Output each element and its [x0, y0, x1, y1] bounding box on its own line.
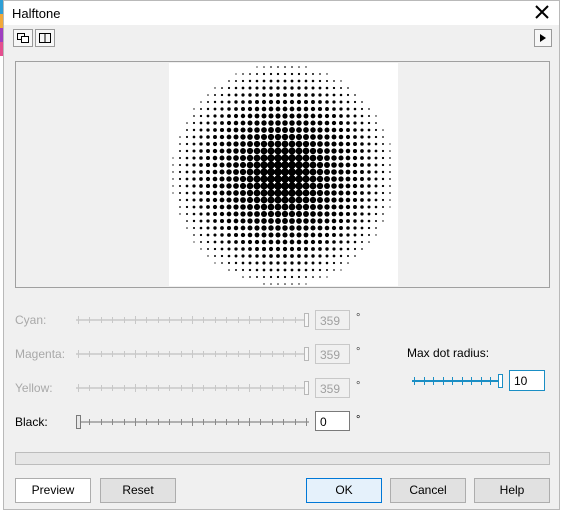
cyan-degree-unit: ° — [356, 312, 361, 324]
slider-thumb[interactable] — [76, 415, 81, 429]
yellow-angle-field: 359 — [315, 378, 350, 398]
split-view-icon — [39, 33, 51, 43]
halftone-dialog: Halftone Cyan: 359 ° Magenta: 359 ° Yell… — [3, 0, 560, 510]
yellow-label: Yellow: — [15, 381, 53, 395]
magenta-angle-field: 359 — [315, 344, 350, 364]
preview-button[interactable]: Preview — [15, 478, 91, 503]
black-slider[interactable] — [76, 415, 309, 429]
halftone-dots — [172, 66, 391, 285]
black-angle-field[interactable]: 0 — [315, 411, 350, 431]
progress-bar — [15, 452, 550, 465]
expand-arrow-icon — [540, 34, 546, 42]
ok-button[interactable]: OK — [306, 478, 382, 503]
duplicate-view-button[interactable] — [13, 29, 33, 47]
cancel-button[interactable]: Cancel — [390, 478, 466, 503]
close-button[interactable] — [531, 3, 553, 23]
slider-thumb — [304, 381, 309, 395]
help-button[interactable]: Help — [474, 478, 550, 503]
magenta-label: Magenta: — [15, 347, 66, 361]
expand-panel-button[interactable] — [534, 29, 552, 47]
max-dot-radius-label: Max dot radius: — [407, 346, 490, 360]
black-label: Black: — [15, 415, 48, 429]
cyan-slider — [76, 313, 309, 327]
slider-thumb[interactable] — [498, 374, 503, 388]
close-icon — [535, 5, 549, 19]
yellow-slider — [76, 381, 309, 395]
cyan-label: Cyan: — [15, 313, 47, 327]
duplicate-view-icon — [17, 33, 29, 43]
reset-button[interactable]: Reset — [100, 478, 176, 503]
yellow-degree-unit: ° — [356, 380, 361, 392]
dialog-title: Halftone — [12, 6, 61, 21]
split-view-button[interactable] — [35, 29, 55, 47]
slider-thumb — [304, 347, 309, 361]
max-dot-radius-slider[interactable] — [412, 374, 503, 388]
black-degree-unit: ° — [356, 414, 361, 426]
title-bar: Halftone — [4, 1, 559, 25]
max-dot-radius-field[interactable]: 10 — [509, 370, 545, 391]
slider-thumb — [304, 313, 309, 327]
preview-pane — [15, 61, 550, 288]
halftone-preview-image — [169, 63, 398, 286]
cyan-angle-field: 359 — [315, 310, 350, 330]
magenta-degree-unit: ° — [356, 346, 361, 358]
magenta-slider — [76, 347, 309, 361]
